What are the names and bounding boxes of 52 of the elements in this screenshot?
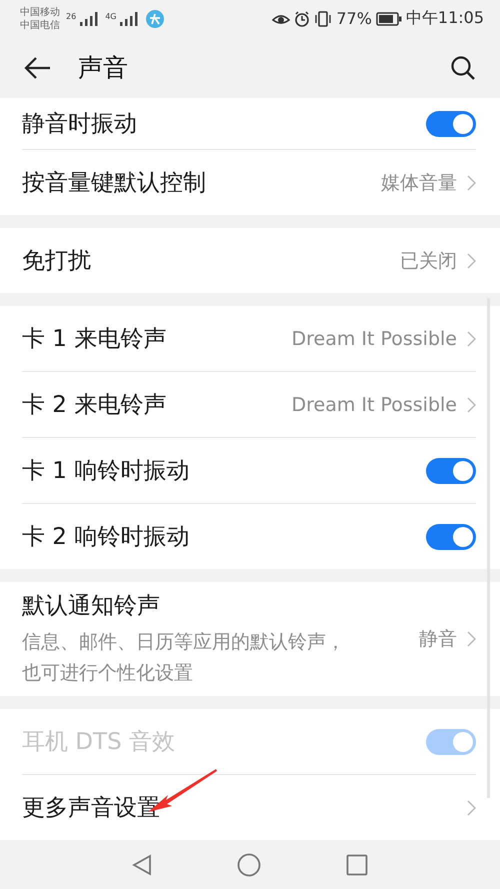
setting-description: 信息、邮件、日历等应用的默认铃声，也可进行个性化设置 (22, 630, 346, 686)
chevron-icon (467, 174, 476, 190)
square-icon (346, 854, 368, 876)
setting-value: 媒体音量 (381, 170, 457, 196)
settings-row[interactable]: 静音时振动 (22, 98, 476, 150)
toggle-switch[interactable] (426, 458, 476, 484)
settings-row[interactable]: 卡 1 来电铃声 Dream It Possible (22, 306, 476, 372)
toggle-switch[interactable] (426, 110, 476, 136)
chevron-icon (467, 631, 476, 647)
vibrate-icon (314, 10, 332, 27)
settings-row[interactable]: 卡 2 来电铃声 Dream It Possible (22, 372, 476, 438)
setting-label: 默认通知铃声 (22, 592, 161, 620)
back-arrow-icon (24, 56, 52, 80)
battery-percent: 77% (336, 9, 372, 28)
setting-label: 耳机 DTS 音效 (22, 728, 176, 757)
setting-label: 静音时振动 (22, 110, 138, 139)
signal-icon (120, 12, 138, 26)
carrier-name: 中国移动 (20, 6, 60, 19)
settings-row[interactable]: 按音量键默认控制 媒体音量 (22, 150, 476, 215)
settings-row[interactable]: 默认通知铃声 信息、邮件、日历等应用的默认铃声，也可进行个性化设置 静音 (22, 582, 476, 696)
setting-label: 卡 2 响铃时振动 (22, 523, 190, 552)
page-title: 声音 (78, 52, 129, 84)
chevron-icon (467, 330, 476, 346)
setting-label: 卡 1 来电铃声 (22, 325, 168, 354)
setting-label: 按音量键默认控制 (22, 169, 207, 198)
setting-value: 已关闭 (400, 248, 457, 274)
setting-value: Dream It Possible (291, 328, 457, 350)
settings-row[interactable]: 更多声音设置 (22, 775, 476, 840)
battery-icon (376, 12, 402, 26)
setting-label: 卡 2 来电铃声 (22, 391, 168, 420)
search-icon (450, 54, 476, 81)
settings-row[interactable]: 免打扰 已关闭 (22, 228, 476, 293)
chevron-icon (467, 396, 476, 412)
triangle-icon (132, 854, 152, 876)
signal-icon (80, 12, 98, 26)
settings-row[interactable]: 卡 2 响铃时振动 (22, 504, 476, 569)
toggle-switch[interactable] (426, 524, 476, 550)
chevron-icon (467, 252, 476, 268)
carrier-name: 中国电信 (20, 18, 60, 32)
chevron-icon (467, 800, 476, 816)
app-icon (145, 8, 166, 29)
settings-row[interactable]: 卡 1 响铃时振动 (22, 438, 476, 504)
signal-label: 26 (66, 12, 76, 21)
setting-value: Dream It Possible (291, 394, 457, 416)
clock: 中午11:05 (406, 8, 484, 30)
circle-icon (236, 852, 261, 876)
signal-label: 4G (105, 12, 116, 21)
setting-label: 卡 1 响铃时振动 (22, 457, 190, 486)
setting-value: 静音 (419, 627, 457, 652)
alarm-icon (294, 10, 310, 27)
setting-label: 免打扰 (22, 247, 92, 276)
setting-label: 更多声音设置 (22, 794, 161, 823)
